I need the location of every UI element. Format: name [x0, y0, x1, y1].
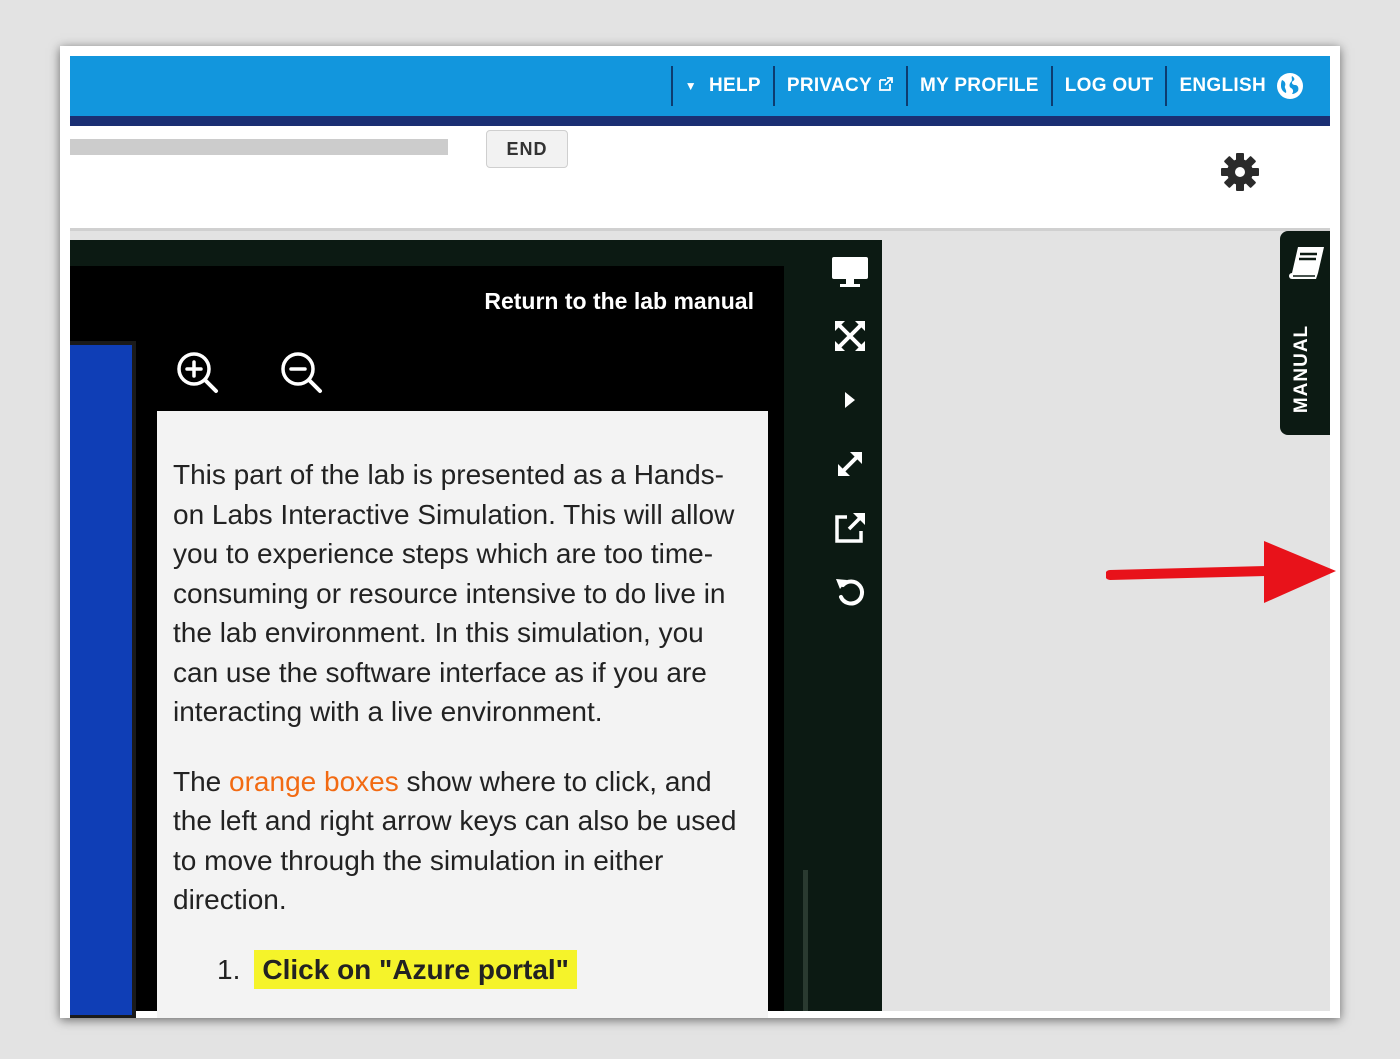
privacy-link[interactable]: PRIVACY: [787, 75, 894, 97]
help-label: HELP: [708, 75, 761, 96]
manual-tab[interactable]: MANUAL: [1280, 231, 1330, 435]
instructions-paragraph: This part of the lab is presented as a H…: [173, 459, 735, 727]
step-number: 1.: [217, 953, 241, 985]
my-profile-link[interactable]: MY PROFILE: [920, 75, 1039, 97]
top-navigation-bar: ▼ HELP PRIVACY MY PROFILE LOG OUT ENGLIS…: [70, 56, 1330, 126]
orange-highlight-text: orange boxes: [229, 765, 399, 797]
globe-icon: [1276, 72, 1304, 100]
log-out-label: LOG OUT: [1064, 75, 1154, 96]
external-link-icon[interactable]: [830, 508, 870, 548]
fullscreen-icon[interactable]: [830, 316, 870, 356]
simulation-instructions-panel: This part of the lab is presented as a H…: [157, 411, 768, 1018]
zoom-out-icon[interactable]: [278, 349, 324, 395]
scrollbar[interactable]: [803, 870, 808, 1011]
simulation-viewport: Return to the lab manual This part of th…: [70, 266, 784, 1018]
nav-separator: [906, 66, 908, 106]
end-button[interactable]: END: [486, 130, 568, 168]
step-text: Click on "Azure portal": [254, 949, 577, 989]
lab-workarea: Return to the lab manual This part of th…: [70, 228, 1336, 1018]
nav-separator: [1165, 66, 1168, 106]
progress-bar: [70, 139, 448, 155]
nav-separator: [670, 66, 673, 106]
language-selector[interactable]: ENGLISH: [1179, 72, 1304, 100]
help-menu[interactable]: ▼ HELP: [685, 75, 761, 97]
gear-icon[interactable]: [1218, 150, 1262, 194]
external-link-icon: [878, 76, 894, 96]
nav-menu: ▼ HELP PRIVACY MY PROFILE LOG OUT ENGLIS…: [659, 56, 1304, 116]
nav-separator: [1050, 66, 1053, 106]
zoom-in-icon[interactable]: [174, 349, 220, 395]
caret-down-icon: ▼: [684, 79, 697, 93]
simulated-desktop[interactable]: [70, 341, 136, 1018]
language-label: ENGLISH: [1179, 75, 1266, 96]
play-icon[interactable]: [830, 380, 870, 420]
browser-frame: ▼ HELP PRIVACY MY PROFILE LOG OUT ENGLIS…: [60, 46, 1340, 1018]
return-to-manual-link[interactable]: Return to the lab manual: [484, 288, 754, 315]
instructions-paragraph: The orange boxes show where to click, an…: [173, 762, 752, 920]
log-out-link[interactable]: LOG OUT: [1065, 75, 1154, 97]
instruction-step: 1. Click on "Azure portal": [217, 949, 752, 989]
text-segment: The: [173, 765, 230, 797]
reset-icon[interactable]: [830, 572, 870, 612]
book-icon: [1288, 245, 1328, 281]
simulation-toolbar: [818, 240, 882, 637]
red-arrow-annotation: [1106, 541, 1336, 603]
monitor-icon[interactable]: [830, 252, 870, 292]
manual-tab-label: MANUAL: [1291, 324, 1312, 414]
simulation-container: Return to the lab manual This part of th…: [70, 240, 882, 1018]
expand-icon[interactable]: [830, 444, 870, 484]
my-profile-label: MY PROFILE: [920, 75, 1039, 96]
privacy-label: PRIVACY: [786, 75, 872, 96]
nav-separator: [772, 66, 775, 106]
